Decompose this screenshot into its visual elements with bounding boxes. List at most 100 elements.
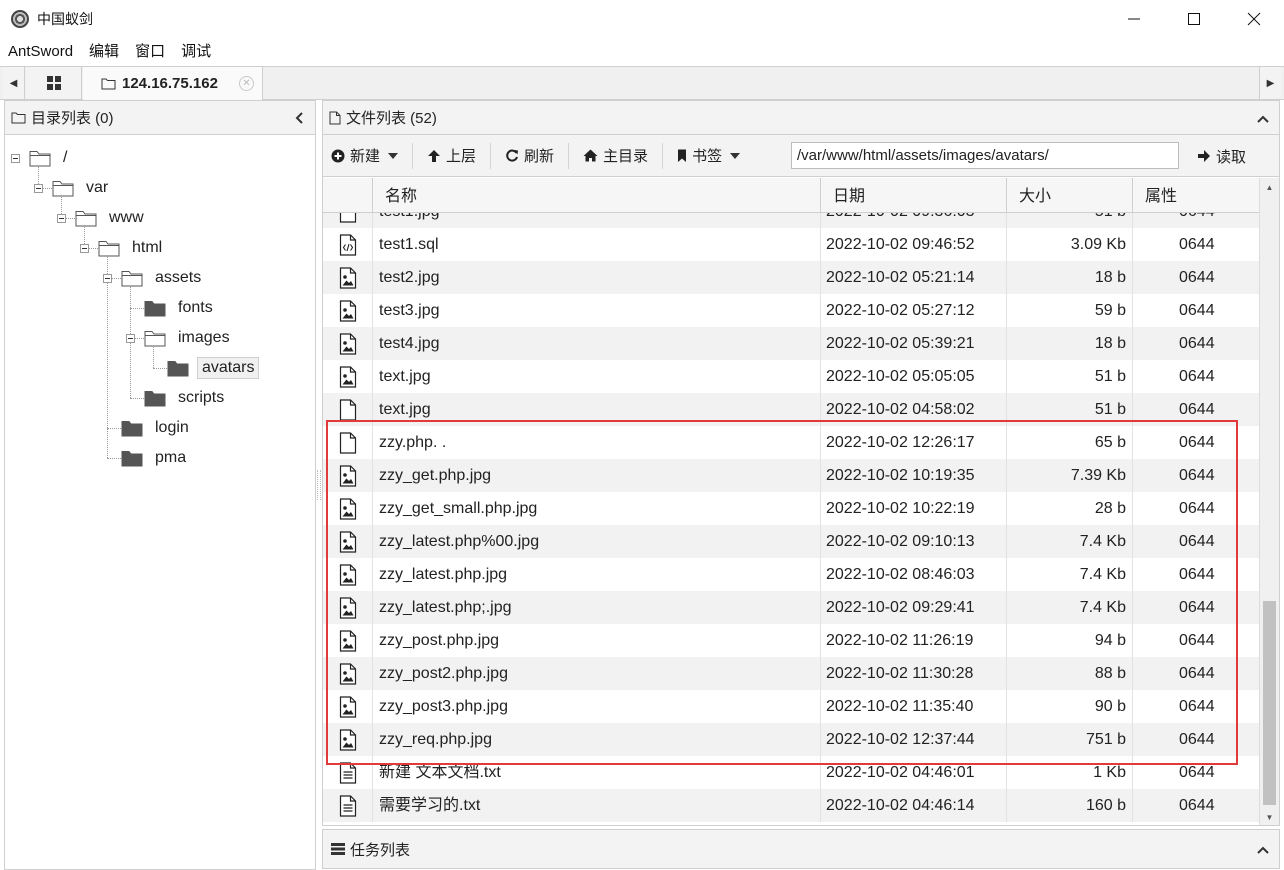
up-button[interactable]: 上层 <box>419 135 484 177</box>
tab-scroll-left-button[interactable]: ◀ <box>3 67 25 99</box>
file-date: 2022-10-02 11:35:40 <box>821 690 1007 723</box>
scroll-down-icon[interactable]: ▼ <box>1260 808 1279 825</box>
tree-node-root[interactable]: / <box>29 147 71 169</box>
folder-icon <box>101 78 116 90</box>
file-row[interactable]: 新建 文本文档.txt 2022-10-02 04:46:01 1 Kb 0644 <box>323 756 1259 789</box>
file-row-icon-cell <box>323 213 373 228</box>
file-permission: 0644 <box>1179 335 1215 352</box>
scroll-up-icon[interactable]: ▲ <box>1260 178 1279 196</box>
file-permission: 0644 <box>1179 665 1215 682</box>
tree-node-www[interactable]: www <box>75 207 148 229</box>
tree-connector <box>107 428 121 429</box>
file-size: 51 b <box>1007 393 1133 426</box>
file-row[interactable]: 需要学习的.txt 2022-10-02 04:46:14 160 b 0644 <box>323 789 1259 822</box>
file-row-icon-cell <box>323 723 373 756</box>
maximize-button[interactable] <box>1164 0 1224 38</box>
tree-node-images[interactable]: images <box>144 327 234 349</box>
column-header-perm[interactable]: 属性 <box>1133 178 1259 213</box>
file-row[interactable]: test1.sql 2022-10-02 09:46:52 3.09 Kb 0644 <box>323 228 1259 261</box>
scrollbar-thumb[interactable] <box>1263 601 1276 805</box>
tree-node-fonts[interactable]: fonts <box>144 297 217 319</box>
new-button[interactable]: 新建 <box>323 135 406 177</box>
tree-collapse-toggle[interactable] <box>11 154 20 163</box>
chevron-left-icon[interactable] <box>295 111 305 128</box>
menu-edit[interactable]: 编辑 <box>81 38 127 66</box>
file-row[interactable]: zzy.php. . 2022-10-02 12:26:17 65 b 0644 <box>323 426 1259 459</box>
file-row[interactable]: zzy_post2.php.jpg 2022-10-02 11:30:28 88 b… <box>323 657 1259 690</box>
file-grid: 名称 日期 大小 属性 test1.jpg2022-10-02 09:36:03… <box>323 178 1279 825</box>
image-file-icon <box>339 365 357 388</box>
file-permission: 0644 <box>1179 467 1215 484</box>
tab-scroll-right-button[interactable]: ▶ <box>1259 67 1281 99</box>
close-icon <box>1247 12 1261 26</box>
close-button[interactable] <box>1224 0 1284 38</box>
file-row[interactable]: zzy_post.php.jpg 2022-10-02 11:26:19 94 b 0… <box>323 624 1259 657</box>
tree-node-login[interactable]: login <box>121 417 193 439</box>
image-file-icon <box>339 563 357 586</box>
file-date: 2022-10-02 12:37:44 <box>821 723 1007 756</box>
chevron-up-icon[interactable] <box>1257 842 1269 859</box>
file-row[interactable]: test1.jpg2022-10-02 09:36:0351 b0644 <box>323 213 1259 228</box>
file-row[interactable]: text.jpg 2022-10-02 04:58:02 51 b 0644 <box>323 393 1259 426</box>
tree-node-avatars[interactable]: avatars <box>167 357 260 379</box>
menu-bar: AntSword 编辑 窗口 调试 <box>0 38 1284 66</box>
file-row[interactable]: zzy_latest.php%00.jpg 2022-10-02 09:10:13… <box>323 525 1259 558</box>
file-row[interactable]: zzy_latest.php.jpg 2022-10-02 08:46:03 7.4… <box>323 558 1259 591</box>
tab-connection[interactable]: 124.16.75.162 ✕ <box>83 67 263 100</box>
text-file-icon <box>339 794 357 817</box>
tree-collapse-toggle[interactable] <box>34 184 43 193</box>
file-row[interactable]: zzy_get.php.jpg 2022-10-02 10:19:35 7.39 K… <box>323 459 1259 492</box>
minimize-icon <box>1128 18 1140 20</box>
file-row[interactable]: zzy_get_small.php.jpg 2022-10-02 10:22:19… <box>323 492 1259 525</box>
list-icon <box>331 843 345 855</box>
file-name: text.jpg <box>373 393 821 426</box>
file-grid-scrollbar[interactable]: ▲ ▼ <box>1259 178 1279 825</box>
file-date: 2022-10-02 11:26:19 <box>821 624 1007 657</box>
tree-collapse-toggle[interactable] <box>80 244 89 253</box>
file-grid-header: 名称 日期 大小 属性 <box>323 178 1259 213</box>
file-row[interactable]: test3.jpg 2022-10-02 05:27:12 59 b 0644 <box>323 294 1259 327</box>
file-row[interactable]: zzy_latest.php;.jpg 2022-10-02 09:29:41 7.… <box>323 591 1259 624</box>
file-row[interactable]: zzy_post3.php.jpg 2022-10-02 11:35:40 90 b… <box>323 690 1259 723</box>
tree-collapse-toggle[interactable] <box>57 214 66 223</box>
file-name: zzy_latest.php;.jpg <box>373 591 821 624</box>
tree-collapse-toggle[interactable] <box>103 274 112 283</box>
tree-collapse-toggle[interactable] <box>126 334 135 343</box>
file-row-icon-cell <box>323 657 373 690</box>
tab-close-icon[interactable]: ✕ <box>239 76 254 91</box>
panel-splitter[interactable] <box>317 470 321 500</box>
file-row[interactable]: zzy_req.php.jpg 2022-10-02 12:37:44 751 b 0… <box>323 723 1259 756</box>
image-file-icon <box>339 332 357 355</box>
image-file-icon <box>339 695 357 718</box>
menu-window[interactable]: 窗口 <box>127 38 173 66</box>
file-date: 2022-10-02 12:26:17 <box>821 426 1007 459</box>
tree-node-pma[interactable]: pma <box>121 447 190 469</box>
file-size: 7.39 Kb <box>1007 459 1133 492</box>
file-permission: 0644 <box>1179 632 1215 649</box>
tree-node-html[interactable]: html <box>98 237 166 259</box>
menu-antsword[interactable]: AntSword <box>0 38 81 66</box>
grid-icon <box>46 76 61 90</box>
column-header-date[interactable]: 日期 <box>821 178 1007 213</box>
tab-home[interactable] <box>26 67 82 99</box>
refresh-button[interactable]: 刷新 <box>497 135 562 177</box>
file-row-icon-cell <box>323 756 373 789</box>
chevron-up-icon[interactable] <box>1257 111 1269 128</box>
tree-node-scripts[interactable]: scripts <box>144 387 228 409</box>
home-button[interactable]: 主目录 <box>575 135 656 177</box>
file-size: 65 b <box>1007 426 1133 459</box>
menu-debug[interactable]: 调试 <box>173 38 219 66</box>
tree-node-var[interactable]: var <box>52 177 112 199</box>
minimize-button[interactable] <box>1104 0 1164 38</box>
file-row[interactable]: test2.jpg 2022-10-02 05:21:14 18 b 0644 <box>323 261 1259 294</box>
tree-node-assets[interactable]: assets <box>121 267 205 289</box>
home-icon <box>583 149 598 162</box>
bookmark-button[interactable]: 书签 <box>669 135 748 177</box>
read-button[interactable]: 读取 <box>1189 135 1254 177</box>
file-row[interactable]: test4.jpg 2022-10-02 05:39:21 18 b 0644 <box>323 327 1259 360</box>
column-header-name[interactable]: 名称 <box>373 178 821 213</box>
path-input[interactable] <box>791 142 1179 169</box>
file-toolbar: 新建 上层 刷新 主目录 书签 /var/www/html/assets/ima… <box>323 135 1279 177</box>
file-row[interactable]: text.jpg 2022-10-02 05:05:05 51 b 0644 <box>323 360 1259 393</box>
column-header-size[interactable]: 大小 <box>1007 178 1133 213</box>
